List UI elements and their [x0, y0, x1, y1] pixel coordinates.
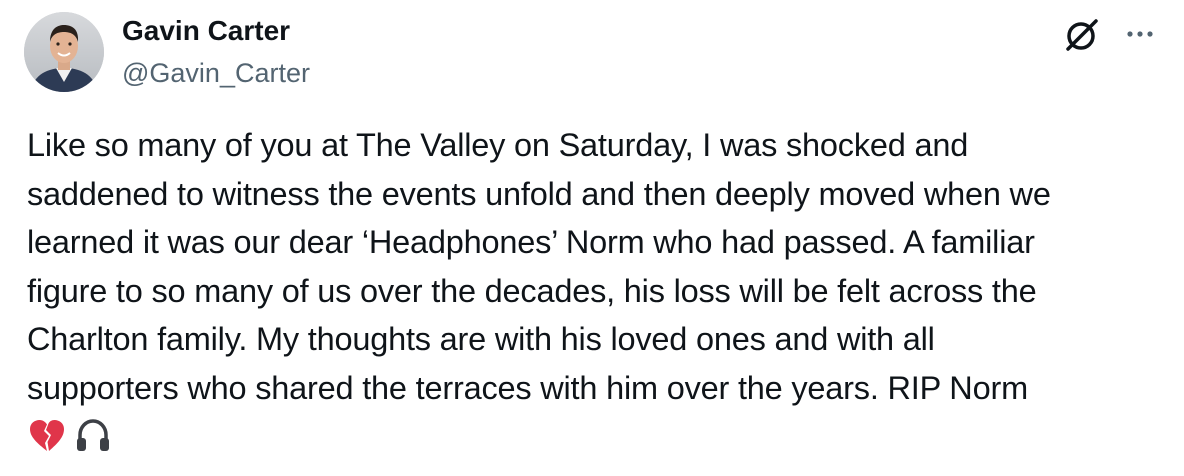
author-name[interactable]: Gavin Carter — [122, 14, 290, 48]
avatar[interactable] — [24, 12, 104, 92]
emoji-row — [27, 416, 113, 456]
author-handle[interactable]: @Gavin_Carter — [122, 56, 310, 90]
more-options-icon[interactable] — [1122, 22, 1158, 46]
grok-icon[interactable] — [1063, 16, 1101, 54]
tweet-text: Like so many of you at The Valley on Sat… — [27, 127, 1051, 406]
tweet-card: Gavin Carter @Gavin_Carter Like so many … — [0, 0, 1184, 476]
broken-heart-icon — [27, 416, 67, 456]
headphones-icon — [73, 416, 113, 456]
